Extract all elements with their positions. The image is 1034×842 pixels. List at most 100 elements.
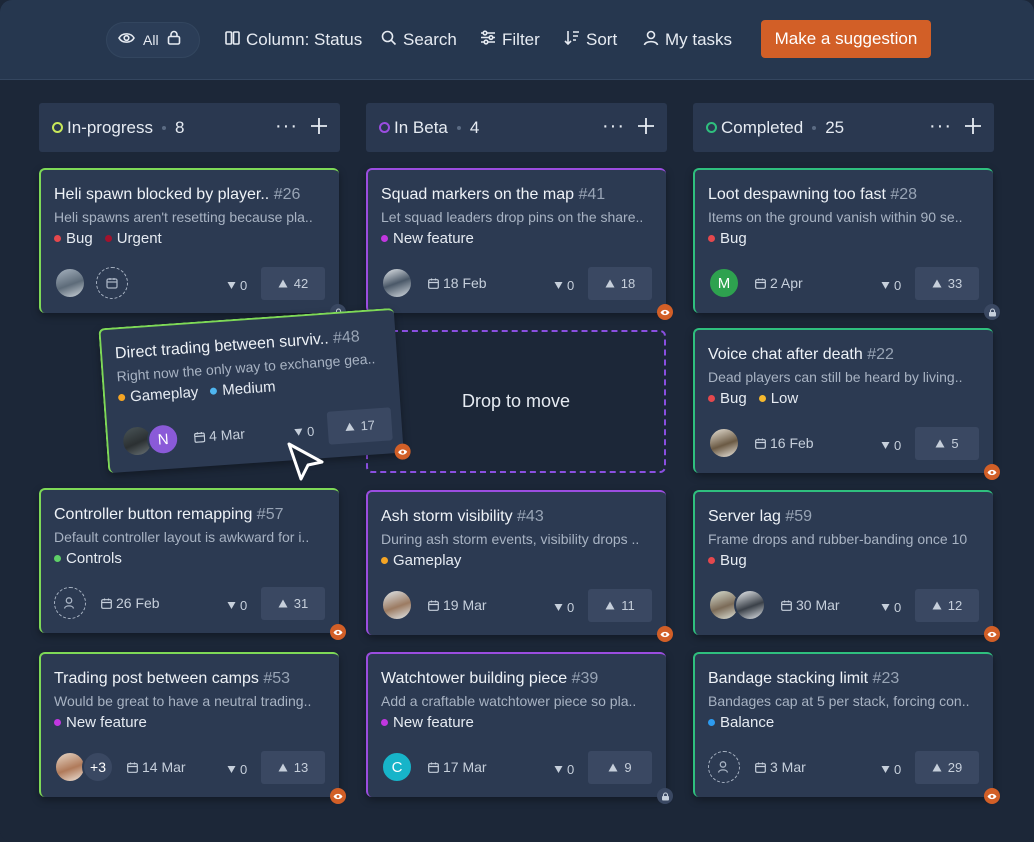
set-date-button[interactable] — [96, 267, 128, 299]
downvote-count: 0 — [240, 762, 248, 777]
upvote-icon — [932, 763, 942, 772]
task-card[interactable]: Loot despawning too fast #28 Items on th… — [693, 168, 1000, 320]
upvote-button[interactable]: 33 — [915, 267, 979, 300]
upvote-button[interactable]: 29 — [915, 751, 979, 784]
column-status-button[interactable]: Column: Status — [225, 29, 362, 51]
search-label: Search — [403, 30, 457, 49]
column-title: In Beta — [394, 117, 448, 137]
card-number: #41 — [578, 186, 606, 203]
card-description: Heli spawns aren't resetting because pla… — [54, 209, 313, 225]
task-card[interactable]: Server lag #59 Frame drops and rubber-ba… — [693, 490, 1000, 642]
avatar[interactable] — [381, 589, 413, 621]
task-card[interactable]: Squad markers on the map #41 Let squad l… — [366, 168, 673, 320]
plus-icon[interactable] — [964, 117, 982, 140]
avatar[interactable] — [734, 589, 766, 621]
eye-icon — [333, 793, 343, 799]
upvote-icon — [278, 279, 288, 288]
card-assignees — [381, 589, 413, 621]
task-card[interactable]: Ash storm visibility #43 During ash stor… — [366, 490, 673, 642]
downvote-button[interactable]: 0 — [554, 600, 574, 615]
upvote-icon — [278, 763, 288, 772]
downvote-button[interactable]: 0 — [881, 438, 901, 453]
downvote-button[interactable]: 0 — [227, 598, 247, 613]
tag: Medium — [210, 378, 276, 400]
card-assignees: N — [120, 422, 181, 459]
avatar[interactable]: N — [146, 422, 181, 457]
downvote-button[interactable]: 0 — [554, 762, 574, 777]
avatar[interactable] — [381, 267, 413, 299]
downvote-button[interactable]: 0 — [881, 762, 901, 777]
visibility-toggle[interactable]: All — [106, 22, 200, 58]
downvote-button[interactable]: 0 — [881, 278, 901, 293]
dragged-task-card[interactable]: Direct trading between surviv.. #48 Righ… — [98, 307, 412, 474]
task-card[interactable]: Bandage stacking limit #23 Bandages cap … — [693, 652, 1000, 804]
calendar-icon — [428, 600, 439, 611]
tag: Bug — [54, 230, 93, 247]
upvote-button[interactable]: 13 — [261, 751, 325, 784]
card-number: #28 — [890, 186, 918, 203]
filter-icon — [480, 30, 496, 50]
task-card[interactable]: Trading post between camps #53 Would be … — [39, 652, 346, 804]
more-options-icon[interactable]: ··· — [929, 115, 952, 138]
tag-label: Bug — [720, 552, 747, 569]
column-count: 4 — [469, 117, 480, 137]
card-tags: New feature — [54, 714, 147, 731]
avatar[interactable]: M — [708, 267, 740, 299]
avatar[interactable] — [708, 427, 740, 459]
task-card[interactable]: Voice chat after death #22 Dead players … — [693, 328, 1000, 480]
more-options-icon[interactable]: ··· — [275, 115, 298, 138]
tag: Low — [758, 390, 798, 407]
filter-button[interactable]: Filter — [480, 29, 540, 51]
avatar[interactable] — [54, 267, 86, 299]
task-card[interactable]: Controller button remapping #57 Default … — [39, 488, 346, 640]
tag-dot — [54, 719, 61, 726]
upvote-button[interactable]: 18 — [588, 267, 652, 300]
upvote-icon — [935, 439, 945, 448]
more-options-icon[interactable]: ··· — [602, 115, 625, 138]
upvote-button[interactable]: 17 — [326, 407, 393, 445]
sort-button[interactable]: Sort — [564, 29, 617, 51]
column-count: 8 — [174, 117, 185, 137]
task-card[interactable]: Watchtower building piece #39 Add a craf… — [366, 652, 673, 804]
card-title: Watchtower building piece #39 — [381, 670, 654, 688]
card-title-text: Controller button remapping — [54, 506, 253, 523]
lock-icon — [988, 307, 996, 316]
task-card[interactable]: Heli spawn blocked by player.. #26 Heli … — [39, 168, 346, 320]
card-assignees — [708, 427, 740, 459]
due-date-text: 4 Mar — [208, 425, 246, 445]
card-assignees — [708, 589, 766, 621]
downvote-button[interactable]: 0 — [554, 278, 574, 293]
downvote-button[interactable]: 0 — [294, 424, 315, 440]
upvote-icon — [278, 599, 288, 608]
upvote-button[interactable]: 5 — [915, 427, 979, 460]
due-date: 16 Feb — [755, 435, 814, 451]
search-button[interactable]: Search — [381, 29, 457, 51]
plus-icon[interactable] — [310, 117, 328, 140]
assign-user-button[interactable] — [708, 751, 740, 783]
plus-icon[interactable] — [637, 117, 655, 140]
more-assignees-badge[interactable]: +3 — [82, 751, 114, 783]
upvote-button[interactable]: 42 — [261, 267, 325, 300]
make-suggestion-button[interactable]: Make a suggestion — [761, 20, 931, 58]
upvote-button[interactable]: 31 — [261, 587, 325, 620]
upvote-button[interactable]: 12 — [915, 589, 979, 622]
calendar-icon — [194, 431, 206, 443]
downvote-button[interactable]: 0 — [227, 762, 247, 777]
downvote-count: 0 — [567, 278, 575, 293]
card-assignees: C — [381, 751, 413, 783]
drop-zone[interactable]: Drop to move — [366, 330, 666, 473]
public-badge — [330, 624, 346, 640]
avatar[interactable]: C — [381, 751, 413, 783]
downvote-button[interactable]: 0 — [227, 278, 247, 293]
sort-label: Sort — [586, 30, 618, 49]
card-title-text: Watchtower building piece — [381, 670, 568, 687]
assign-user-button[interactable] — [54, 587, 86, 619]
due-date-text: 3 Mar — [770, 759, 806, 775]
eye-icon — [660, 631, 670, 637]
downvote-button[interactable]: 0 — [881, 600, 901, 615]
upvote-button[interactable]: 11 — [588, 589, 652, 622]
my-tasks-button[interactable]: My tasks — [643, 29, 732, 51]
card-assignees — [381, 267, 413, 299]
upvote-button[interactable]: 9 — [588, 751, 652, 784]
tag: Bug — [708, 390, 747, 407]
